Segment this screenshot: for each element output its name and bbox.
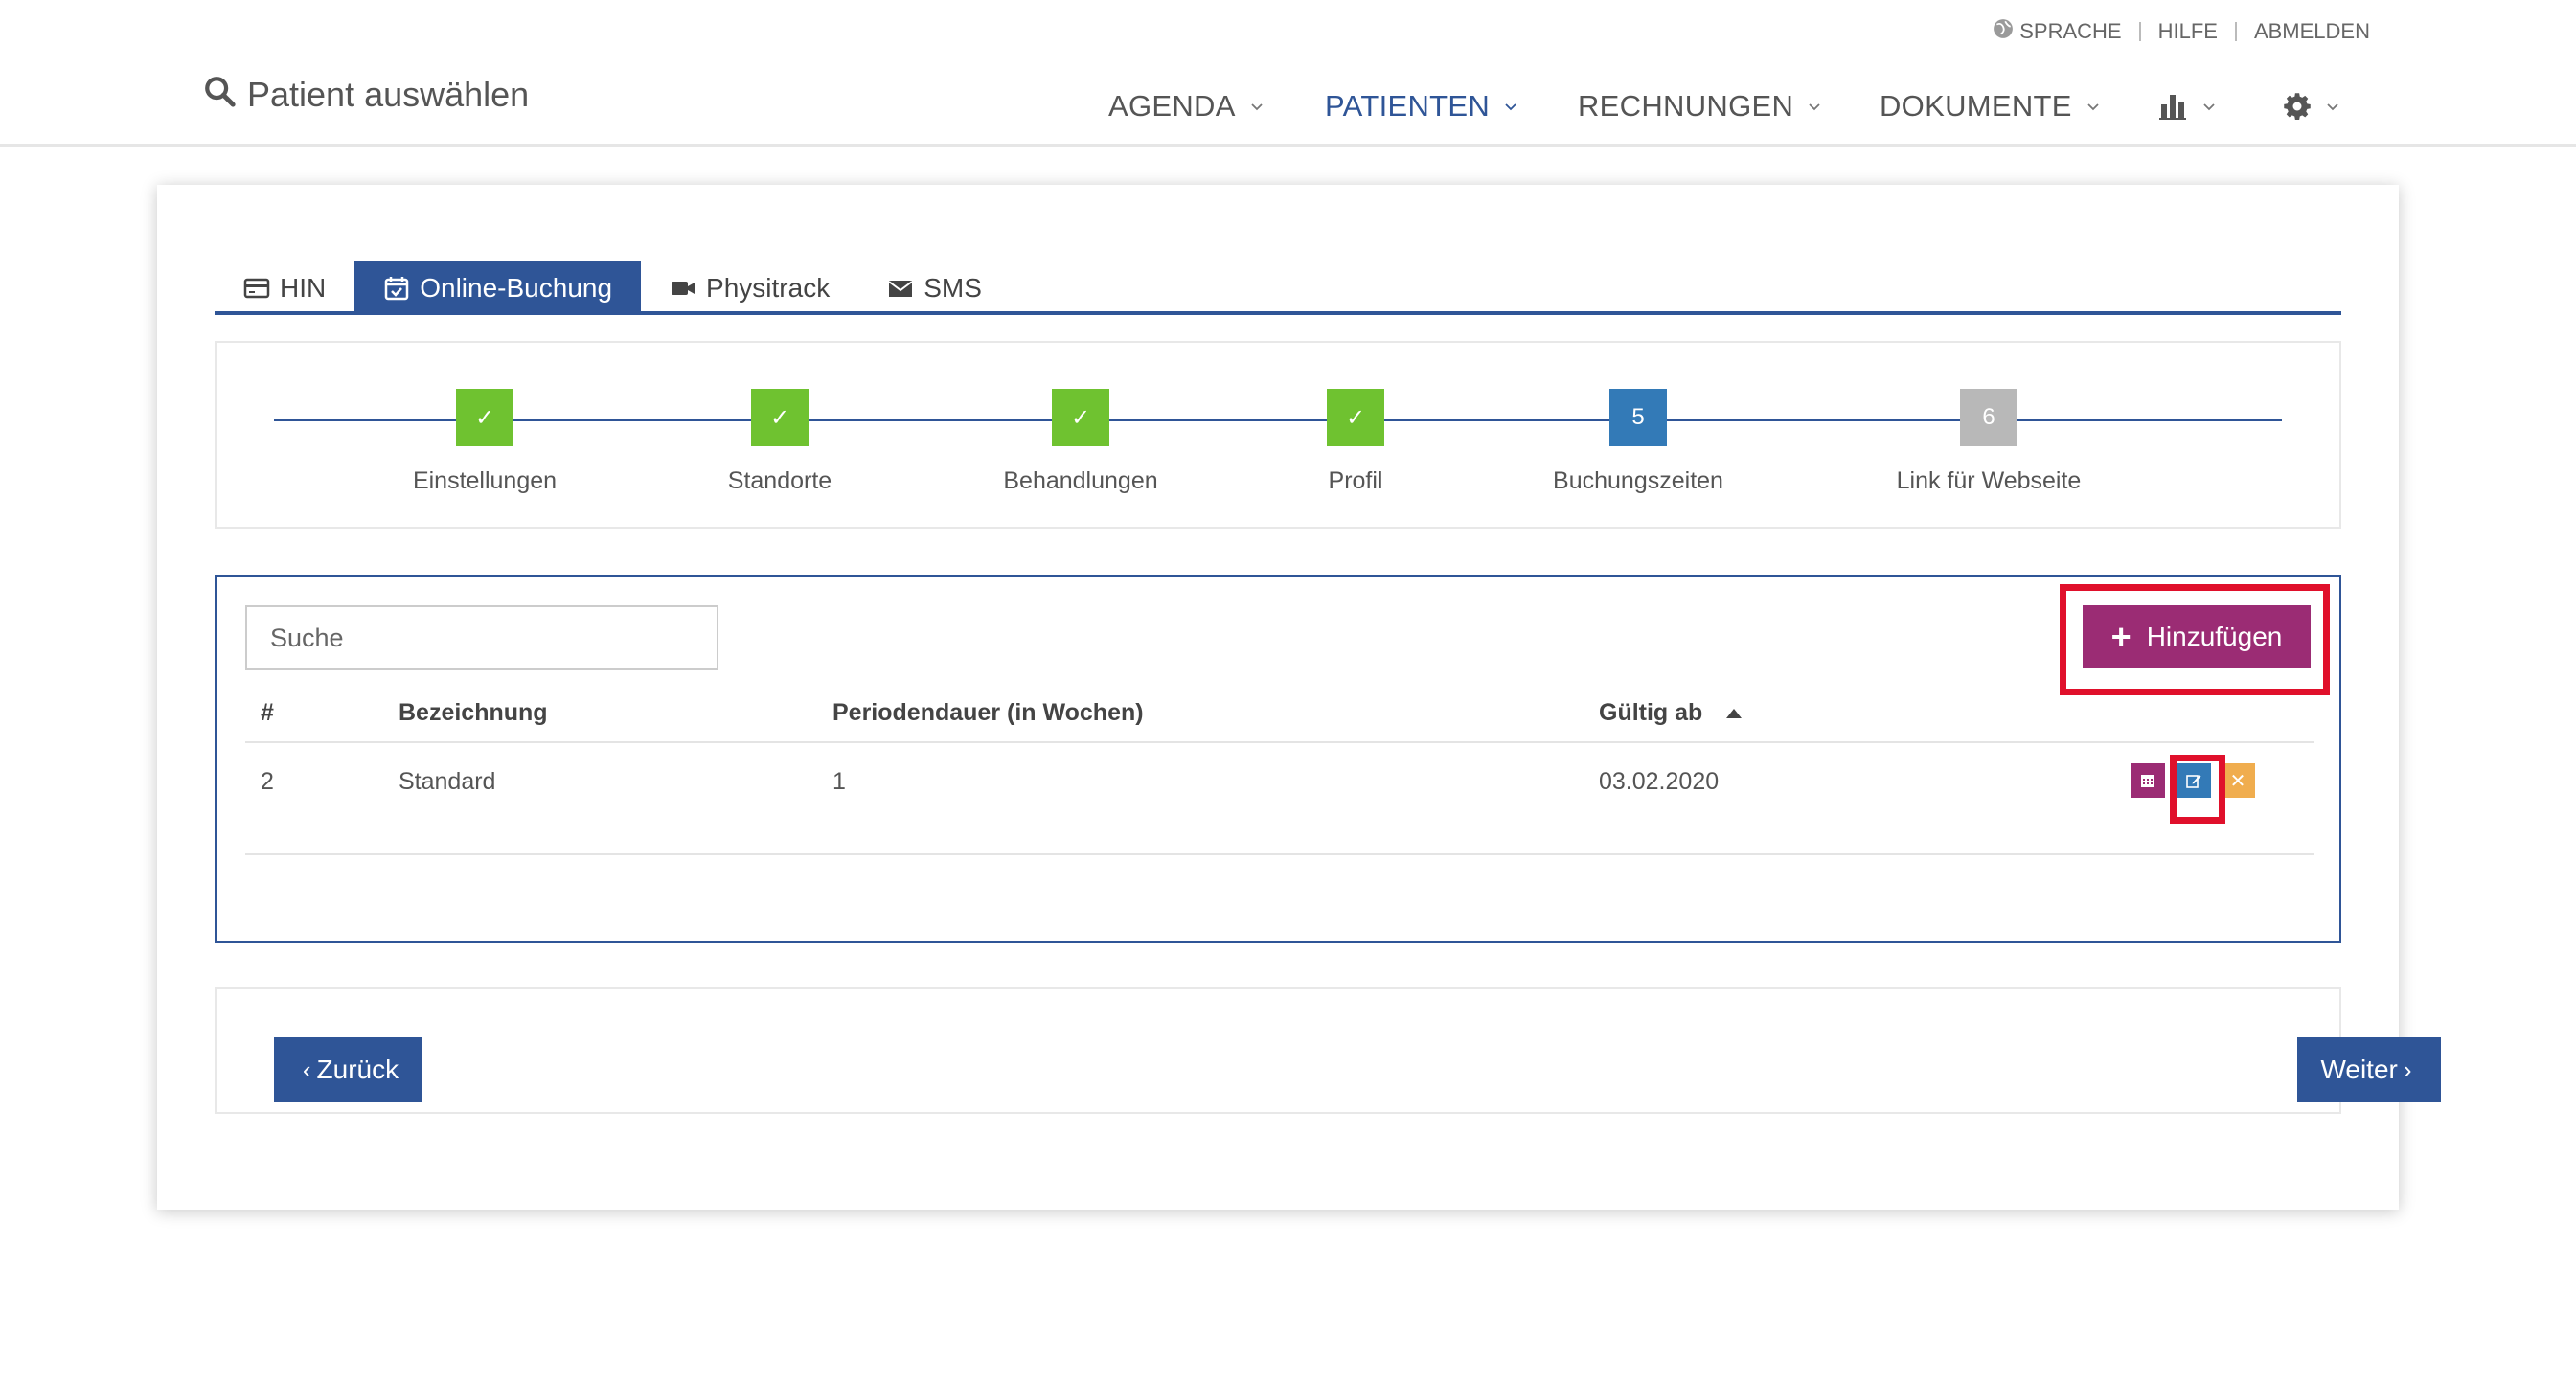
step-marker[interactable]: ✓ — [1052, 389, 1109, 446]
main-nav: AGENDA PATIENTEN RECHNUNGEN DOKUMENTE — [0, 67, 2576, 147]
tab-physitrack[interactable]: Physitrack — [641, 261, 858, 315]
cell-name: Standard — [399, 768, 496, 795]
sort-ascending-icon — [1726, 709, 1743, 719]
card-icon — [243, 278, 270, 299]
booking-times-panel: + Hinzufügen # Bezeichnung Periodendauer… — [215, 575, 2341, 943]
tab-sms-label: SMS — [923, 273, 982, 303]
nav-statistics[interactable] — [2159, 67, 2217, 146]
wizard-stepper: ✓ Einstellungen ✓ Standorte ✓ Behandlung… — [215, 341, 2341, 529]
column-header-valid-from[interactable]: Gültig ab — [1599, 699, 1743, 727]
tab-bar: HIN Online-Buchung Physitrack SMS — [215, 261, 2341, 315]
chevron-left-icon: ‹ — [302, 1054, 311, 1084]
chevron-down-icon — [2327, 103, 2338, 111]
language-label: SPRACHE — [2019, 19, 2122, 43]
logout-link[interactable]: ABMELDEN — [2254, 19, 2370, 44]
add-button-label: Hinzufügen — [2146, 622, 2283, 651]
nav-settings[interactable] — [2283, 67, 2340, 146]
nav-patienten-label: PATIENTEN — [1325, 89, 1491, 123]
calendar-check-icon — [384, 277, 409, 301]
step-label: Behandlungen — [1003, 467, 1158, 494]
step-marker[interactable]: ✓ — [456, 389, 513, 446]
nav-rechnungen[interactable]: RECHNUNGEN — [1578, 67, 1822, 146]
cell-id: 2 — [261, 768, 274, 795]
step-label: Standorte — [727, 467, 832, 494]
chevron-down-icon — [1251, 103, 1263, 111]
step-label: Einstellungen — [412, 467, 558, 494]
header-divider — [245, 741, 2314, 743]
delete-icon: ✕ — [2229, 770, 2246, 792]
add-button[interactable]: + Hinzufügen — [2083, 605, 2311, 668]
back-button[interactable]: ‹ Zurück — [274, 1037, 422, 1102]
calendar-button[interactable] — [2131, 763, 2165, 798]
main-card: HIN Online-Buchung Physitrack SMS ✓ Eins… — [157, 185, 2441, 1210]
column-header-valid-from-label: Gültig ab — [1599, 699, 1703, 726]
chevron-down-icon — [1505, 103, 1516, 111]
tab-hin-label: HIN — [280, 273, 327, 303]
chevron-down-icon — [2203, 103, 2215, 111]
header-divider — [0, 144, 2576, 147]
row-divider — [245, 853, 2314, 855]
tab-hin[interactable]: HIN — [215, 261, 354, 315]
step-marker[interactable]: ✓ — [751, 389, 809, 446]
step-label: Buchungszeiten — [1553, 467, 1723, 494]
calendar-icon — [2141, 775, 2154, 787]
highlight-outline — [2170, 755, 2225, 824]
tab-online-buchung-label: Online-Buchung — [420, 273, 613, 303]
language-link[interactable]: SPRACHE — [1993, 18, 2122, 45]
nav-patienten[interactable]: PATIENTEN — [1286, 67, 1544, 147]
help-link[interactable]: HILFE — [2158, 19, 2218, 44]
nav-dokumente[interactable]: DOKUMENTE — [1880, 67, 2101, 146]
next-button-label: Weiter — [2320, 1054, 2398, 1084]
nav-agenda[interactable]: AGENDA — [1108, 67, 1265, 146]
tab-online-buchung[interactable]: Online-Buchung — [354, 261, 642, 315]
step-marker[interactable]: ✓ — [1327, 389, 1384, 446]
nav-agenda-label: AGENDA — [1108, 89, 1236, 123]
step-label: Profil — [1328, 467, 1383, 494]
tab-sms[interactable]: SMS — [858, 261, 1011, 315]
step-marker[interactable]: 6 — [1960, 389, 2017, 446]
utility-links: SPRACHE HILFE ABMELDEN — [1993, 15, 2370, 48]
video-camera-icon — [672, 282, 695, 295]
chevron-down-icon — [1809, 103, 1820, 111]
column-header-name[interactable]: Bezeichnung — [399, 699, 548, 727]
cell-period: 1 — [832, 768, 846, 795]
next-button[interactable]: Weiter › — [2297, 1037, 2441, 1102]
cell-valid-from: 03.02.2020 — [1599, 768, 1720, 795]
back-button-label: Zurück — [316, 1054, 399, 1084]
gear-icon — [2284, 93, 2311, 120]
nav-dokumente-label: DOKUMENTE — [1880, 89, 2072, 123]
divider — [2234, 22, 2237, 41]
step-marker[interactable]: 5 — [1609, 389, 1667, 446]
chevron-down-icon — [2087, 103, 2099, 111]
search-input[interactable] — [245, 605, 718, 670]
globe-icon — [1993, 18, 2019, 45]
plus-icon: + — [2110, 617, 2131, 656]
bar-chart-icon — [2159, 95, 2186, 120]
chevron-right-icon: › — [2403, 1054, 2412, 1084]
step-label: Link für Webseite — [1896, 467, 2082, 494]
delete-button[interactable]: ✕ — [2221, 763, 2255, 798]
column-header-id[interactable]: # — [261, 699, 274, 727]
wizard-footer: ‹ Zurück Weiter › — [215, 987, 2441, 1114]
tab-physitrack-label: Physitrack — [706, 273, 831, 303]
column-header-period[interactable]: Periodendauer (in Wochen) — [832, 699, 1144, 727]
nav-rechnungen-label: RECHNUNGEN — [1578, 89, 1794, 123]
divider — [2138, 22, 2141, 41]
envelope-icon — [888, 281, 913, 297]
